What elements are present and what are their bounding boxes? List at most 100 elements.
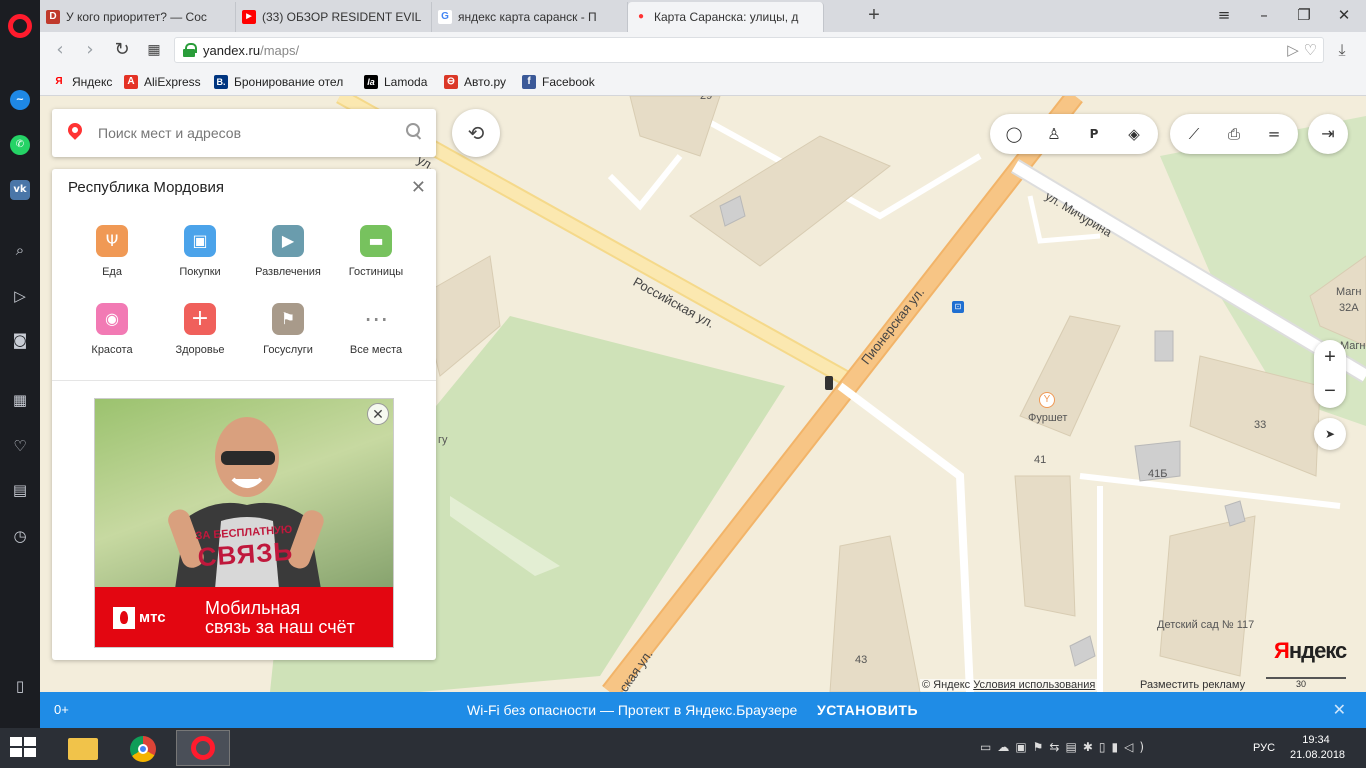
- bookmark-facebook[interactable]: f Facebook: [522, 74, 595, 90]
- reload-icon[interactable]: ↻: [110, 38, 134, 62]
- category-entertainment[interactable]: ▶ Развлечения: [244, 225, 332, 278]
- clock[interactable]: 19:34 21.08.2018: [1290, 733, 1346, 763]
- bookmark-aliexpress[interactable]: A AliExpress: [124, 74, 201, 90]
- category-food[interactable]: Ψ Еда: [68, 225, 156, 278]
- search-sidebar-icon[interactable]: ⌕: [10, 240, 30, 260]
- ad-text: Мобильная связь за наш счёт: [205, 599, 355, 637]
- ad-close-icon[interactable]: ✕: [367, 403, 389, 425]
- house-number: 43: [855, 654, 868, 666]
- login-icon[interactable]: ⇥: [1308, 114, 1348, 154]
- panorama-icon[interactable]: ♙: [1042, 122, 1066, 146]
- category-gov-services[interactable]: ⚑ Госуслуги: [244, 303, 332, 356]
- tab-1[interactable]: D У кого приоритет? — Coc: [40, 2, 236, 32]
- menu-icon[interactable]: =: [1262, 122, 1286, 146]
- whatsapp-icon[interactable]: ✆: [10, 135, 30, 155]
- vk-icon[interactable]: vk: [10, 180, 30, 200]
- traffic-icon[interactable]: ◯: [1002, 122, 1026, 146]
- ad-banner[interactable]: ЗА БЕСПЛАТНУЮ СВЯЗЬ мтс Мобильная связь …: [94, 398, 394, 648]
- address-bar: ‹ › ↻ ▦ yandex.ru/maps/ ▷ ♡ ⤓: [40, 32, 1366, 68]
- category-label: Развлечения: [255, 266, 321, 278]
- cafe-pin-icon[interactable]: Y: [1039, 392, 1055, 408]
- news-icon[interactable]: ▤: [10, 480, 30, 500]
- terms-link[interactable]: Условия использования: [973, 679, 1095, 691]
- bookmark-booking[interactable]: B. Бронирование отел: [214, 74, 343, 90]
- zoom-in-button[interactable]: +: [1314, 340, 1346, 374]
- tab-3[interactable]: G яндекс карта саранск - П: [432, 2, 628, 32]
- tab-menu-icon[interactable]: ≡: [1210, 4, 1238, 26]
- new-tab-button[interactable]: +: [862, 4, 886, 28]
- zoom-out-button[interactable]: −: [1314, 374, 1346, 408]
- system-tray-icons[interactable]: ▭☁▣⚑⇆▤✱▯▮◁): [980, 740, 1150, 754]
- ruler-icon[interactable]: ⟋: [1182, 122, 1206, 146]
- route-icon[interactable]: ⟲: [452, 109, 500, 157]
- sidebar-toggle-icon[interactable]: ▯: [10, 676, 30, 696]
- shopping-bag-icon: ▣: [184, 225, 216, 257]
- heart-icon[interactable]: ♡: [10, 436, 30, 456]
- opera-logo-icon[interactable]: [8, 14, 32, 38]
- install-button[interactable]: УСТАНОВИТЬ: [817, 702, 918, 718]
- yandex-icon: Я: [55, 76, 63, 87]
- promo-text: Wi-Fi без опасности — Протект в Яндекс.Б…: [467, 702, 798, 718]
- messenger-icon[interactable]: ~: [10, 90, 30, 110]
- print-icon[interactable]: ⎙: [1222, 122, 1246, 146]
- download-icon[interactable]: ⤓: [1330, 38, 1354, 62]
- layers-icon[interactable]: ◈: [1122, 122, 1146, 146]
- bookmark-yandex[interactable]: Я Яндекс: [52, 74, 112, 90]
- ad-text-line1: Мобильная: [205, 598, 301, 618]
- autoru-icon: ⊖: [444, 75, 458, 89]
- windows-start-icon[interactable]: [10, 737, 38, 759]
- forward-icon[interactable]: ›: [78, 38, 102, 62]
- category-beauty[interactable]: ◉ Красота: [68, 303, 156, 356]
- search-input[interactable]: [98, 121, 388, 145]
- advertise-link[interactable]: Разместить рекламу: [1140, 679, 1245, 691]
- parking-icon[interactable]: P: [1082, 122, 1106, 146]
- tabs-grid-icon[interactable]: ▦: [142, 38, 166, 62]
- snap-heart-icons[interactable]: ▷ ♡: [1287, 41, 1317, 59]
- tab-4-active[interactable]: ● Карта Саранска: улицы, д: [628, 2, 824, 32]
- aliexpress-icon: A: [124, 75, 138, 89]
- maximize-icon[interactable]: ❐: [1290, 4, 1318, 26]
- url-field[interactable]: yandex.ru/maps/ ▷ ♡: [174, 37, 1324, 63]
- poi-kindergarten[interactable]: Детский сад № 117: [1157, 619, 1254, 631]
- close-window-icon[interactable]: ✕: [1330, 4, 1358, 26]
- category-all-places[interactable]: ⋯ Все места: [332, 303, 420, 356]
- category-shopping[interactable]: ▣ Покупки: [156, 225, 244, 278]
- poi-shop-address: 32А: [1339, 302, 1359, 314]
- send-icon[interactable]: ▷: [10, 286, 30, 306]
- clock-date: 21.08.2018: [1290, 749, 1346, 761]
- poi-shop[interactable]: Магн: [1336, 286, 1362, 298]
- category-label: Здоровье: [175, 344, 225, 356]
- category-hotels[interactable]: ▬ Гостиницы: [332, 225, 420, 278]
- bookmark-autoru[interactable]: ⊖ Авто.ру: [444, 74, 506, 90]
- category-health[interactable]: + Здоровье: [156, 303, 244, 356]
- speed-dial-icon[interactable]: ▦: [10, 390, 30, 410]
- opera-taskbar-icon[interactable]: [176, 730, 230, 766]
- back-icon[interactable]: ‹: [48, 38, 72, 62]
- ad-slogan: ЗА БЕСПЛАТНУЮ СВЯЗЬ: [184, 523, 307, 574]
- promo-close-icon[interactable]: ✕: [1333, 700, 1346, 720]
- geolocation-icon[interactable]: ➤: [1314, 418, 1346, 450]
- bookmark-label: Бронирование отел: [234, 75, 344, 89]
- tab-2[interactable]: ▶ (33) ОБЗОР RESIDENT EVIL: [236, 2, 432, 32]
- fork-knife-icon: Ψ: [96, 225, 128, 257]
- history-icon[interactable]: ◷: [10, 526, 30, 546]
- house-number: 41: [1034, 454, 1047, 466]
- house-number: 29: [700, 96, 713, 102]
- camera-snapshot-icon[interactable]: ◙: [10, 330, 30, 350]
- categories-panel: Республика Мордовия ✕ Ψ Еда ▣ Покупки ▶ …: [52, 169, 436, 660]
- poi-furshet[interactable]: Фуршет: [1028, 412, 1067, 424]
- chrome-icon[interactable]: [116, 730, 170, 766]
- explorer-icon[interactable]: [56, 730, 110, 766]
- close-icon[interactable]: ✕: [411, 177, 426, 198]
- health-cross-icon: +: [184, 303, 216, 335]
- minimize-icon[interactable]: –: [1250, 4, 1278, 26]
- search-icon[interactable]: [406, 123, 422, 139]
- language-indicator[interactable]: РУС: [1253, 742, 1275, 754]
- url-text: yandex.ru/maps/: [203, 43, 300, 58]
- map-pin-icon: ●: [637, 11, 645, 22]
- flag-icon: ⚑: [272, 303, 304, 335]
- bookmark-lamoda[interactable]: la Lamoda: [364, 74, 427, 90]
- ad-brand: мтс: [139, 609, 166, 626]
- bus-stop-icon[interactable]: ⊡: [952, 301, 964, 313]
- house-number: 33: [1254, 419, 1267, 431]
